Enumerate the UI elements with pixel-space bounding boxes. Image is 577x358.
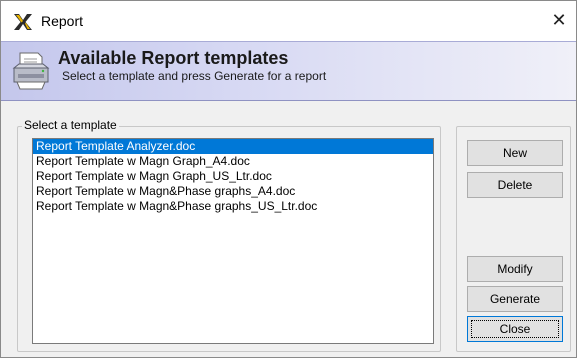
delete-button[interactable]: Delete <box>467 172 563 198</box>
list-item[interactable]: Report Template w Magn Graph_A4.doc <box>33 154 433 169</box>
close-window-icon[interactable]: ✕ <box>548 9 570 31</box>
new-button[interactable]: New <box>467 140 563 166</box>
template-group-legend: Select a template <box>22 118 119 132</box>
report-dialog: Report ✕ Available Report templates Sele… <box>0 0 577 358</box>
generate-button[interactable]: Generate <box>467 286 563 312</box>
x-logo-icon <box>13 13 33 31</box>
title-bar[interactable]: Report ✕ <box>1 1 576 41</box>
list-item[interactable]: Report Template Analyzer.doc <box>33 139 433 154</box>
close-button[interactable]: Close <box>467 316 563 342</box>
header-subtitle: Select a template and press Generate for… <box>62 69 327 83</box>
list-item[interactable]: Report Template w Magn&Phase graphs_A4.d… <box>33 184 433 199</box>
close-button-label: Close <box>471 320 559 338</box>
printer-icon <box>11 50 51 92</box>
window-title: Report <box>41 13 84 29</box>
modify-button[interactable]: Modify <box>467 256 563 282</box>
header-title: Available Report templates <box>58 48 289 68</box>
list-item[interactable]: Report Template w Magn&Phase graphs_US_L… <box>33 199 433 214</box>
template-listbox[interactable]: Report Template Analyzer.doc Report Temp… <box>32 138 434 344</box>
list-item[interactable]: Report Template w Magn Graph_US_Ltr.doc <box>33 169 433 184</box>
header-banner: Available Report templates Select a temp… <box>1 41 576 101</box>
